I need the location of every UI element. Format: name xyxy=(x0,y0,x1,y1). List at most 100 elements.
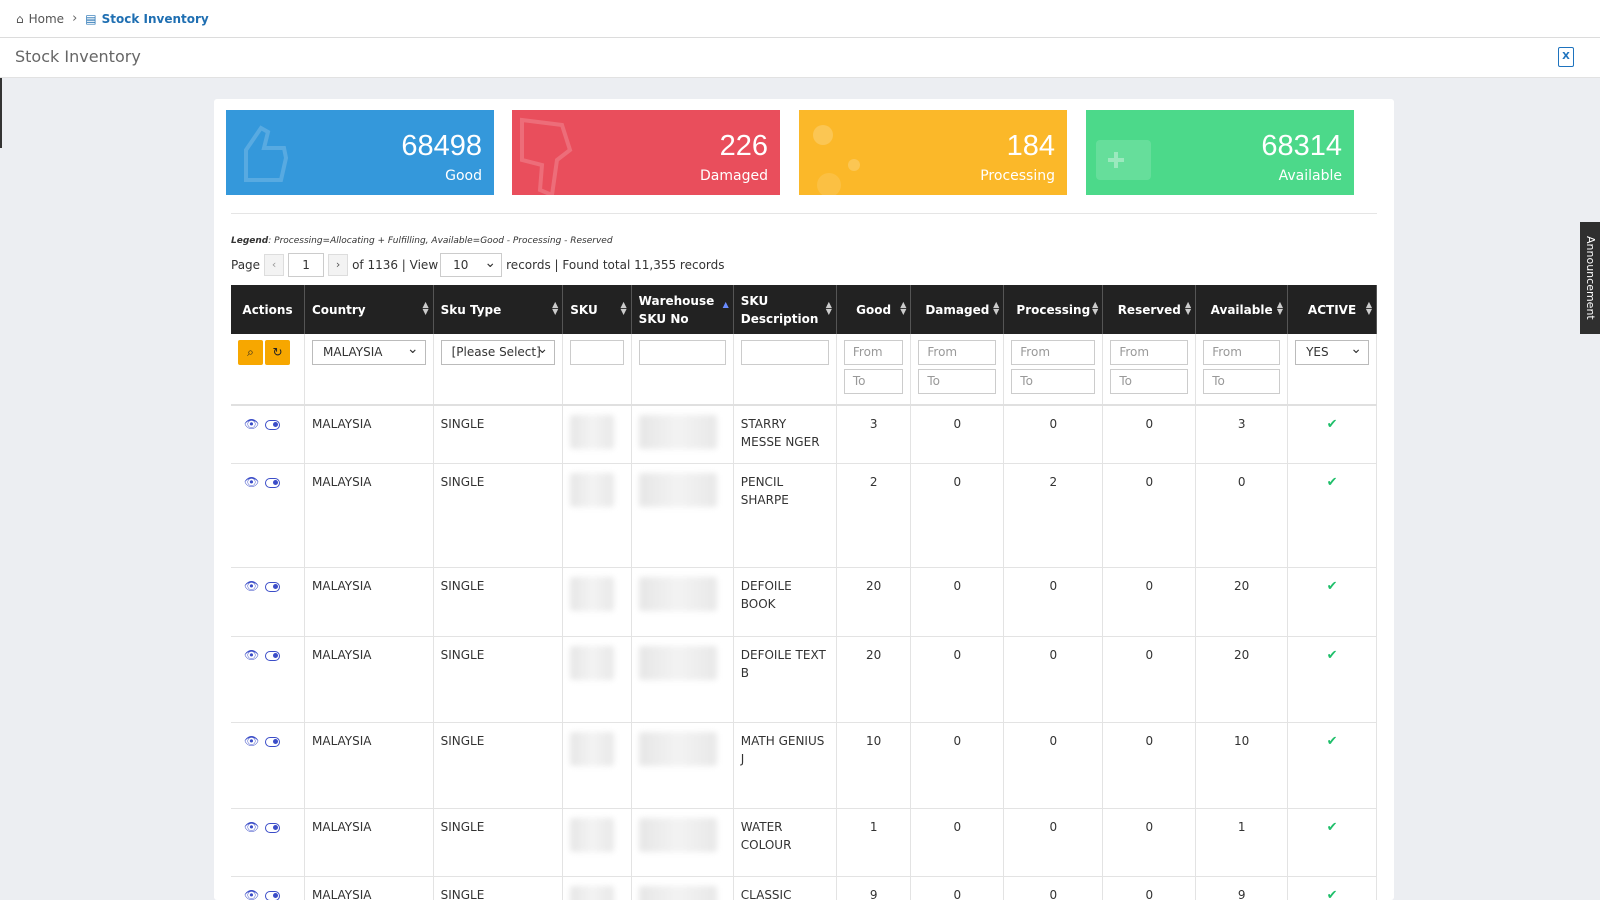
reserved-from-input[interactable]: From xyxy=(1110,340,1189,365)
eye-icon[interactable]: 👁 xyxy=(244,417,259,431)
cell-warehouse-sku xyxy=(631,722,734,809)
announcement-tab[interactable]: Announcement xyxy=(1580,222,1600,334)
col-sku-description[interactable]: SKU Description ▲ ▼ xyxy=(733,285,837,334)
cell-available: 20 xyxy=(1195,636,1289,723)
card-good: 68498 Good xyxy=(226,110,494,195)
redacted-warehouse-sku xyxy=(638,577,717,611)
eye-icon[interactable]: 👁 xyxy=(244,579,259,593)
table-row: 👁 MALAYSIA SINGLE WATER COLOUR 1 0 0 0 1 ✔ xyxy=(231,808,1377,877)
eye-icon[interactable]: 👁 xyxy=(244,820,259,834)
cell-damaged: 0 xyxy=(910,876,1005,900)
sort-icon: ▲ ▼ xyxy=(825,300,832,316)
available-from-input[interactable]: From xyxy=(1203,340,1281,365)
next-page-button[interactable]: › xyxy=(328,254,349,276)
left-edge xyxy=(0,78,2,148)
sort-icon: ▲ ▼ xyxy=(900,300,907,316)
check-icon: ✔ xyxy=(1326,475,1338,490)
col-sku[interactable]: SKU ▲ ▼ xyxy=(562,285,632,334)
table-row: 👁MALAYSIASINGLECLASSIC PENCIL90009✔ xyxy=(231,876,1377,900)
cell-sku xyxy=(562,636,632,723)
cell-country: MALAYSIA xyxy=(304,463,434,568)
eye-icon[interactable]: 👁 xyxy=(244,475,259,489)
eye-icon[interactable]: 👁 xyxy=(244,888,259,900)
row-actions: 👁 xyxy=(231,808,305,877)
redacted-warehouse-sku xyxy=(638,732,717,766)
cell-good: 20 xyxy=(836,636,912,723)
excel-export-icon[interactable]: X xyxy=(1558,47,1574,67)
toggle-icon[interactable] xyxy=(265,822,281,833)
pagination: Page ‹ 1 › of 1136 | View 10 records | F… xyxy=(231,252,725,277)
card-value: 68314 xyxy=(1261,130,1342,162)
cell-sku xyxy=(562,808,632,877)
breadcrumb-current[interactable]: ▤ Stock Inventory xyxy=(85,12,208,26)
cell-sku-type: SINGLE xyxy=(433,405,564,464)
card-value: 184 xyxy=(1006,130,1055,162)
sku-filter-input[interactable] xyxy=(570,340,624,365)
col-sku-type[interactable]: Sku Type ▲ ▼ xyxy=(433,285,564,334)
sort-icon: ▲ ▼ xyxy=(1365,300,1372,316)
cell-damaged: 0 xyxy=(910,405,1005,464)
active-filter-select[interactable]: YES xyxy=(1295,338,1369,365)
check-icon: ✔ xyxy=(1326,648,1338,663)
cell-sku xyxy=(562,722,632,809)
reserved-to-input[interactable]: To xyxy=(1110,369,1189,394)
toggle-icon[interactable] xyxy=(265,650,281,661)
divider xyxy=(231,213,1377,214)
processing-from-input[interactable]: From xyxy=(1011,340,1096,365)
home-icon: ⌂ xyxy=(16,11,24,26)
sort-icon: ▲ ▼ xyxy=(1092,300,1099,316)
processing-to-input[interactable]: To xyxy=(1011,369,1096,394)
check-icon: ✔ xyxy=(1326,820,1338,835)
col-warehouse-sku[interactable]: Warehouse SKU No ▲ xyxy=(631,285,734,334)
card-label: Good xyxy=(445,168,482,184)
warehouse-sku-filter-input[interactable] xyxy=(638,340,726,365)
damaged-from-input[interactable]: From xyxy=(918,340,997,365)
col-available[interactable]: Available ▲ ▼ xyxy=(1195,285,1289,334)
cell-sku-type: SINGLE xyxy=(433,876,564,900)
cell-processing: 0 xyxy=(1003,405,1104,464)
reset-button[interactable]: ↻ xyxy=(265,340,290,365)
sort-icon: ▲ ▼ xyxy=(620,300,627,316)
cell-processing: 0 xyxy=(1003,808,1104,877)
col-country[interactable]: Country ▲ ▼ xyxy=(304,285,434,334)
redacted-warehouse-sku xyxy=(638,415,717,449)
toggle-icon[interactable] xyxy=(265,581,281,592)
cell-country: MALAYSIA xyxy=(304,876,434,900)
table-row: 👁 MALAYSIA SINGLE MATH GENIUS J 10 0 0 0 10 ✔ xyxy=(231,722,1377,809)
sku-type-filter-select[interactable]: [Please Select] xyxy=(440,338,556,365)
col-good[interactable]: Good ▲ ▼ xyxy=(836,285,912,334)
toggle-icon[interactable] xyxy=(265,736,281,747)
page-number-input[interactable]: 1 xyxy=(288,253,325,277)
eye-icon[interactable]: 👁 xyxy=(244,734,259,748)
toggle-icon[interactable] xyxy=(265,477,281,488)
card-label: Processing xyxy=(980,168,1055,184)
col-processing[interactable]: Processing ▲ ▼ xyxy=(1003,285,1104,334)
breadcrumb-home[interactable]: ⌂ Home xyxy=(16,12,64,26)
good-from-input[interactable]: From xyxy=(843,340,904,365)
cell-processing: 0 xyxy=(1003,636,1104,723)
inventory-table: Actions Country ▲ ▼ Sku Type ▲ ▼ SKU ▲ ▼ Wareh… xyxy=(231,285,1377,900)
col-active[interactable]: ACTIVE ▲ ▼ xyxy=(1287,285,1377,334)
toggle-icon[interactable] xyxy=(265,419,281,430)
card-processing: 184 Processing xyxy=(799,110,1067,195)
good-to-input[interactable]: To xyxy=(843,369,904,394)
eye-icon[interactable]: 👁 xyxy=(244,648,259,662)
prev-page-button[interactable]: ‹ xyxy=(264,254,285,276)
card-value: 68498 xyxy=(401,130,482,162)
table-icon: ▤ xyxy=(85,11,97,26)
redacted-warehouse-sku xyxy=(638,473,717,507)
sort-asc-icon: ▲ xyxy=(722,300,729,309)
col-damaged[interactable]: Damaged ▲ ▼ xyxy=(910,285,1005,334)
description-filter-input[interactable] xyxy=(740,340,829,365)
table-row: 👁 MALAYSIA SINGLE DEFOILE TEXT B 20 0 0 0 20 ✔ xyxy=(231,636,1377,723)
toggle-icon[interactable] xyxy=(265,890,281,900)
col-reserved[interactable]: Reserved ▲ ▼ xyxy=(1102,285,1197,334)
cell-sku-description: CLASSIC PENCIL xyxy=(733,876,837,900)
country-filter-select[interactable]: MALAYSIA xyxy=(312,338,426,365)
sort-icon: ▲ ▼ xyxy=(422,300,429,316)
damaged-to-input[interactable]: To xyxy=(918,369,997,394)
cell-reserved: 0 xyxy=(1102,405,1197,464)
view-count-select[interactable]: 10 xyxy=(440,252,503,277)
search-button[interactable]: ⌕ xyxy=(238,340,263,365)
available-to-input[interactable]: To xyxy=(1203,369,1281,394)
